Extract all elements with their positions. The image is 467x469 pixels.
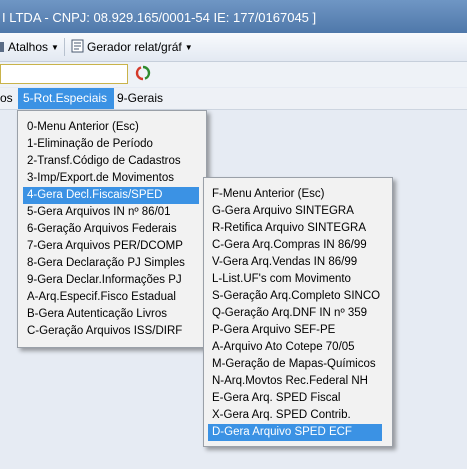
decl-fiscais-submenu: F-Menu Anterior (Esc) G-Gera Arquivo SIN… <box>203 177 393 447</box>
chevron-down-icon: ▼ <box>184 43 193 52</box>
report-icon <box>71 39 84 53</box>
refresh-icon[interactable] <box>135 65 151 81</box>
menu2-item-sped-fiscal[interactable]: E-Gera Arq. SPED Fiscal <box>208 390 340 407</box>
menu1-item-declaracao-pj-simples[interactable]: 8-Gera Declaração PJ Simples <box>23 255 185 272</box>
atalhos-button[interactable]: Atalhos ▼ <box>0 39 59 55</box>
menu1-item-arquivos-federais[interactable]: 6-Geração Arquivos Federais <box>23 221 177 238</box>
menu1-item-autenticacao-livros[interactable]: B-Gera Autenticação Livros <box>23 306 167 323</box>
menu1-item-transf-codigo[interactable]: 2-Transf.Código de Cadastros <box>23 153 181 170</box>
menu-item-os[interactable]: os <box>0 88 18 109</box>
menu1-item-declar-informacoes-pj[interactable]: 9-Gera Declar.Informações PJ <box>23 272 182 289</box>
window-title: I LTDA - CNPJ: 08.929.165/0001-54 IE: 17… <box>2 10 317 25</box>
menu1-item-imp-export[interactable]: 3-Imp/Export.de Movimentos <box>23 170 174 187</box>
menu1-item-per-dcomp[interactable]: 7-Gera Arquivos PER/DCOMP <box>23 238 183 255</box>
menu1-item-iss-dirf[interactable]: C-Geração Arquivos ISS/DIRF <box>23 323 182 340</box>
menu2-item-compras-in-86[interactable]: C-Gera Arq.Compras IN 86/99 <box>208 237 367 254</box>
menu-item-rot-especiais[interactable]: 5-Rot.Especiais <box>18 88 114 109</box>
command-input[interactable] <box>0 64 128 84</box>
menu2-item-sped-contrib[interactable]: X-Gera Arq. SPED Contrib. <box>208 407 351 424</box>
menu2-item-sped-ecf[interactable]: D-Gera Arquivo SPED ECF <box>208 424 382 441</box>
input-bar <box>0 62 467 87</box>
menu1-item-gera-arquivos-in-86[interactable]: 5-Gera Arquivos IN nº 86/01 <box>23 204 171 221</box>
chevron-down-icon: ▼ <box>51 43 59 52</box>
toolbar: Atalhos ▼ Gerador relat/gráf ▼ <box>0 33 467 62</box>
menu2-item-mapas-quimicos[interactable]: M-Geração de Mapas-Químicos <box>208 356 376 373</box>
window-title-bar: I LTDA - CNPJ: 08.929.165/0001-54 IE: 17… <box>0 0 467 33</box>
menu-item-gerais[interactable]: 9-Gerais <box>112 88 168 109</box>
menu2-item-sintegra[interactable]: G-Gera Arquivo SINTEGRA <box>208 203 354 220</box>
toolbar-separator <box>64 38 65 56</box>
menu2-item-list-ufs[interactable]: L-List.UF's com Movimento <box>208 271 351 288</box>
menu2-item-retifica-sintegra[interactable]: R-Retifica Arquivo SINTEGRA <box>208 220 366 237</box>
menu1-item-menu-anterior[interactable]: 0-Menu Anterior (Esc) <box>23 119 139 136</box>
menu2-item-dnf-in-359[interactable]: Q-Geração Arq.DNF IN nº 359 <box>208 305 367 322</box>
menu2-item-ato-cotepe[interactable]: A-Arquivo Ato Cotepe 70/05 <box>208 339 355 356</box>
menu1-item-eliminacao-periodo[interactable]: 1-Eliminação de Período <box>23 136 153 153</box>
gerador-relat-button[interactable]: Gerador relat/gráf ▼ <box>71 39 193 55</box>
rot-especiais-dropdown: 0-Menu Anterior (Esc) 1-Eliminação de Pe… <box>17 110 207 348</box>
atalhos-label: Atalhos <box>8 40 49 54</box>
menu-bar: os 5-Rot.Especiais 9-Gerais <box>0 88 467 110</box>
atalhos-icon <box>0 42 4 52</box>
gerador-relat-label: Gerador relat/gráf <box>87 40 182 54</box>
menu1-item-gera-decl-fiscais-sped[interactable]: 4-Gera Decl.Fiscais/SPED <box>23 187 199 204</box>
menu1-item-fisco-estadual[interactable]: A-Arq.Especif.Fisco Estadual <box>23 289 176 306</box>
menu2-item-vendas-in-86[interactable]: V-Gera Arq.Vendas IN 86/99 <box>208 254 357 271</box>
menu2-item-menu-anterior[interactable]: F-Menu Anterior (Esc) <box>208 186 324 203</box>
menu2-item-sef-pe[interactable]: P-Gera Arquivo SEF-PE <box>208 322 335 339</box>
menu2-item-completo-sinco[interactable]: S-Geração Arq.Completo SINCO <box>208 288 380 305</box>
menu2-item-rec-federal-nh[interactable]: N-Arq.Movtos Rec.Federal NH <box>208 373 368 390</box>
